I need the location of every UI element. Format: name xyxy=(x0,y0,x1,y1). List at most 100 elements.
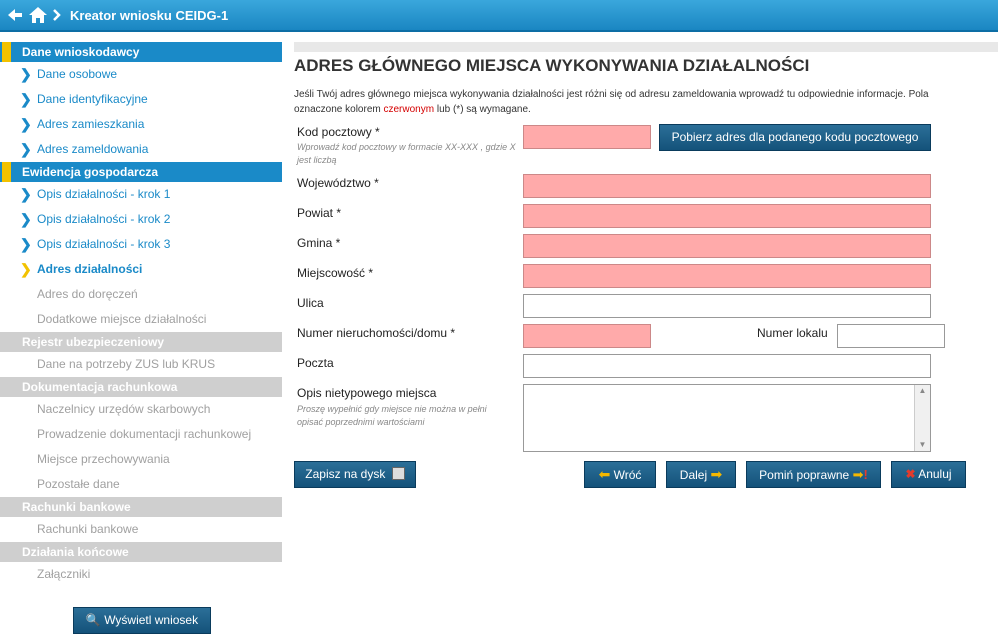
preview-application-button[interactable]: 🔍 Wyświetl wniosek xyxy=(73,607,211,634)
sidebar: Dane wnioskodawcy ❯ Dane osobowe ❯ Dane iden… xyxy=(0,42,282,587)
city-input[interactable] xyxy=(523,264,931,288)
sidebar-item-label: Miejsce przechowywania xyxy=(37,452,170,466)
scroll-down-icon[interactable]: ▼ xyxy=(915,439,930,451)
home-icon[interactable] xyxy=(28,6,48,30)
sidebar-item: Prowadzenie dokumentacji rachunkowej xyxy=(0,422,282,447)
cancel-button-label: Anuluj xyxy=(918,467,952,481)
sidebar-item[interactable]: ❯ Opis działalności - krok 3 xyxy=(0,232,282,257)
sidebar-item: Naczelnicy urzędów skarbowych xyxy=(0,397,282,422)
save-button-label: Zapisz na dysk xyxy=(305,467,386,481)
street-label: Ulica xyxy=(297,296,324,310)
sidebar-item-label: Adres zamieszkania xyxy=(37,117,145,131)
chevron-right-icon xyxy=(52,6,62,30)
voivodeship-label: Województwo * xyxy=(297,176,379,190)
sidebar-item-label: Dodatkowe miejsce działalności xyxy=(37,312,207,326)
next-button[interactable]: Dalej ➡ xyxy=(666,461,736,488)
sidebar-item: Adres do doręczeń xyxy=(0,282,282,307)
post-office-input[interactable] xyxy=(523,354,931,378)
cancel-button[interactable]: ✖ Anuluj xyxy=(891,461,966,488)
sidebar-item-label: Naczelnicy urzędów skarbowych xyxy=(37,402,211,416)
sidebar-item-label: Rachunki bankowe xyxy=(37,522,139,536)
sidebar-item-label: Opis działalności - krok 3 xyxy=(37,237,171,251)
sidebar-item[interactable]: ❯ Adres zamieszkania xyxy=(0,112,282,137)
sidebar-item-label: Adres działalności xyxy=(37,262,143,276)
preview-button-label: Wyświetl wniosek xyxy=(104,613,199,627)
chevron-right-icon: ❯ xyxy=(20,91,32,107)
page-title: ADRES GŁÓWNEGO MIEJSCA WYKONYWANIA DZIAŁ… xyxy=(294,56,810,75)
sidebar-item-label: Dane osobowe xyxy=(37,67,118,81)
sidebar-section-header: Dokumentacja rachunkowa xyxy=(0,377,282,397)
commune-label: Gmina * xyxy=(297,236,341,250)
sidebar-item: Dodatkowe miejsce działalności xyxy=(0,307,282,332)
sidebar-item: Rachunki bankowe xyxy=(0,517,282,542)
county-label: Powiat * xyxy=(297,206,342,220)
sidebar-item[interactable]: ❯ Adres zameldowania xyxy=(0,137,282,162)
sidebar-item[interactable]: ❯ Opis działalności - krok 1 xyxy=(0,182,282,207)
sidebar-item: Dane na potrzeby ZUS lub KRUS xyxy=(0,352,282,377)
building-number-label: Numer nieruchomości/domu * xyxy=(297,326,456,340)
sidebar-section-header: Rejestr ubezpieczeniowy xyxy=(0,332,282,352)
back-button-label: Wróć xyxy=(613,468,642,482)
close-icon: ✖ xyxy=(905,467,916,481)
fetch-address-button[interactable]: Pobierz adres dla podanego kodu pocztowe… xyxy=(659,124,931,151)
chevron-right-icon: ❯ xyxy=(20,66,32,82)
chevron-right-icon: ❯ xyxy=(20,211,32,227)
textarea-scrollbar[interactable]: ▲ ▼ xyxy=(914,385,930,451)
skip-valid-button[interactable]: Pomiń poprawne ➡! xyxy=(746,461,881,488)
sidebar-item: Pozostałe dane xyxy=(0,472,282,497)
sidebar-item-label: Adres zameldowania xyxy=(37,142,149,156)
sidebar-item-label: Dane identyfikacyjne xyxy=(37,92,148,106)
sidebar-section-header: Ewidencja gospodarcza xyxy=(0,162,282,182)
building-number-input[interactable] xyxy=(523,324,651,348)
postal-code-input[interactable] xyxy=(523,125,651,149)
postal-code-hint: Wprowadź kod pocztowy w formacie XX-XXX … xyxy=(297,142,516,165)
intro-line-2: oznaczone kolorem czerwonym lub (*) są w… xyxy=(294,104,531,115)
sidebar-item-label: Dane na potrzeby ZUS lub KRUS xyxy=(37,357,216,371)
chevron-right-icon: ❯ xyxy=(20,261,32,277)
app-title: Kreator wniosku CEIDG-1 xyxy=(70,8,229,23)
intro-line-1: Jeśli Twój adres głównego miejsca wykony… xyxy=(294,89,929,100)
scroll-up-icon[interactable]: ▲ xyxy=(915,385,930,397)
commune-input[interactable] xyxy=(523,234,931,258)
floppy-disk-icon xyxy=(391,467,405,480)
sidebar-section-header: Dane wnioskodawcy xyxy=(0,42,282,62)
unusual-place-textarea[interactable] xyxy=(523,384,931,452)
chevron-right-icon: ❯ xyxy=(20,236,32,252)
chevron-right-icon: ❯ xyxy=(20,141,32,157)
sidebar-item-label: Opis działalności - krok 2 xyxy=(37,212,171,226)
sidebar-item[interactable]: ❯ Dane identyfikacyjne xyxy=(0,87,282,112)
save-to-disk-button[interactable]: Zapisz na dysk xyxy=(294,461,416,488)
arrow-left-icon[interactable] xyxy=(6,6,24,30)
postal-code-label: Kod pocztowy * xyxy=(297,125,380,139)
sidebar-item: Miejsce przechowywania xyxy=(0,447,282,472)
arrow-left-icon: ⬅ xyxy=(598,466,611,482)
back-button[interactable]: ⬅ Wróć xyxy=(584,461,656,488)
intro-text: Jeśli Twój adres głównego miejsca wykony… xyxy=(294,87,998,117)
sidebar-item-label: Załączniki xyxy=(37,567,91,581)
sidebar-section-header: Działania końcowe xyxy=(0,542,282,562)
required-color-word: czerwonym xyxy=(383,104,435,115)
unusual-place-hint: Proszę wypełnić gdy miejsce nie można w … xyxy=(297,404,487,427)
chevron-right-icon: ❯ xyxy=(20,116,32,132)
voivodeship-input[interactable] xyxy=(523,174,931,198)
unusual-place-label: Opis nietypowego miejsca xyxy=(297,386,437,400)
county-input[interactable] xyxy=(523,204,931,228)
post-office-label: Poczta xyxy=(297,356,334,370)
sidebar-item[interactable]: ❯ Adres działalności xyxy=(0,257,282,282)
sidebar-item[interactable]: ❯ Opis działalności - krok 2 xyxy=(0,207,282,232)
sidebar-section-header: Rachunki bankowe xyxy=(0,497,282,517)
city-label: Miejscowość * xyxy=(297,266,374,280)
next-button-label: Dalej xyxy=(679,468,708,482)
top-bar: Kreator wniosku CEIDG-1 xyxy=(0,0,998,32)
sidebar-item[interactable]: ❯ Dane osobowe xyxy=(0,62,282,87)
sidebar-item-label: Adres do doręczeń xyxy=(37,287,138,301)
apartment-number-input[interactable] xyxy=(837,324,945,348)
header-strip xyxy=(294,42,998,52)
skip-button-label: Pomiń poprawne xyxy=(759,468,850,482)
sidebar-item-label: Opis działalności - krok 1 xyxy=(37,187,171,201)
arrow-right-icon: ➡ xyxy=(710,466,723,482)
sidebar-item-label: Pozostałe dane xyxy=(37,477,120,491)
street-input[interactable] xyxy=(523,294,931,318)
arrow-warning-icon: ➡! xyxy=(852,467,868,482)
chevron-right-icon: ❯ xyxy=(20,186,32,202)
